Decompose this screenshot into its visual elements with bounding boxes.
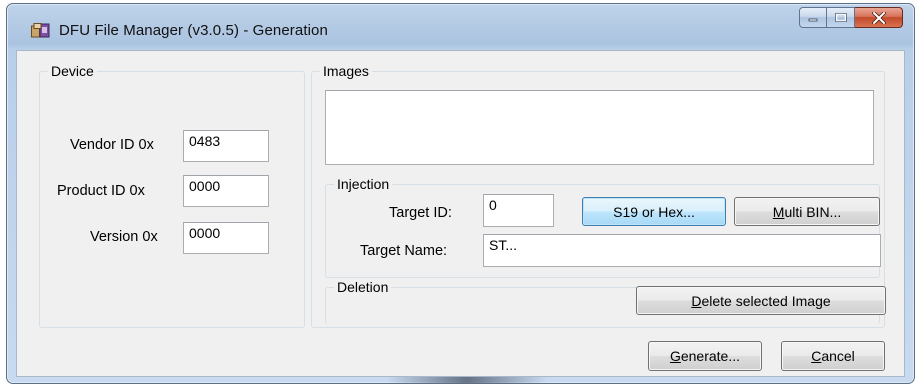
maximize-icon: [834, 12, 847, 22]
minimize-icon: [808, 18, 818, 21]
delete-selected-image-button[interactable]: Delete selected Image: [636, 286, 886, 315]
generate-mnemonic: G: [669, 348, 681, 364]
close-icon: [871, 11, 886, 24]
device-group: Device Vendor ID 0x 0483 Product ID 0x 0…: [39, 63, 305, 328]
caption-buttons: [799, 7, 903, 29]
minimize-button[interactable]: [799, 7, 827, 28]
window-title: DFU File Manager (v3.0.5) - Generation: [59, 22, 328, 39]
title-bar[interactable]: DFU File Manager (v3.0.5) - Generation: [7, 4, 914, 48]
multi-bin-label: ulti BIN...: [784, 203, 842, 220]
injection-group: Injection Target ID: 0 S19 or Hex... Mul…: [325, 176, 881, 278]
deletion-group-label: Deletion: [334, 279, 392, 295]
s19-or-hex-button[interactable]: S19 or Hex...: [582, 197, 726, 226]
generate-label: enerate...: [680, 348, 741, 364]
device-group-label: Device: [48, 63, 97, 79]
cancel-mnemonic: C: [811, 348, 822, 364]
product-id-label: Product ID 0x: [57, 183, 145, 199]
maximize-button[interactable]: [827, 7, 855, 28]
deletion-group: Deletion Delete selected Image: [325, 279, 886, 324]
target-id-input[interactable]: 0: [483, 194, 554, 227]
images-group-label: Images: [320, 63, 372, 79]
cancel-button[interactable]: Cancel: [781, 341, 885, 371]
version-label: Version 0x: [90, 229, 158, 245]
cancel-label: ancel: [821, 348, 855, 364]
delete-mnemonic: D: [691, 292, 702, 309]
target-name-label: Target Name:: [360, 243, 448, 259]
generate-button[interactable]: Generate...: [648, 341, 762, 371]
injection-group-label: Injection: [334, 176, 393, 192]
multi-bin-mnemonic: M: [772, 203, 785, 220]
app-icon: [31, 23, 50, 38]
target-id-label: Target ID:: [389, 205, 452, 221]
version-input[interactable]: 0000: [183, 222, 269, 254]
images-list[interactable]: [325, 90, 874, 165]
multi-bin-button[interactable]: Multi BIN...: [734, 197, 880, 226]
dialog-window: DFU File Manager (v3.0.5) - Generation D…: [6, 3, 915, 384]
product-id-input[interactable]: 0000: [183, 175, 269, 207]
delete-label: elete selected Image: [701, 292, 831, 309]
vendor-id-input[interactable]: 0483: [183, 130, 269, 162]
images-group: Images Injection Target ID: 0 S19 or Hex…: [311, 63, 886, 328]
close-button[interactable]: [855, 7, 903, 28]
dialog-body: Device Vendor ID 0x 0483 Product ID 0x 0…: [16, 50, 905, 377]
vendor-id-label: Vendor ID 0x: [70, 137, 154, 153]
target-name-input[interactable]: ST...: [483, 234, 881, 267]
